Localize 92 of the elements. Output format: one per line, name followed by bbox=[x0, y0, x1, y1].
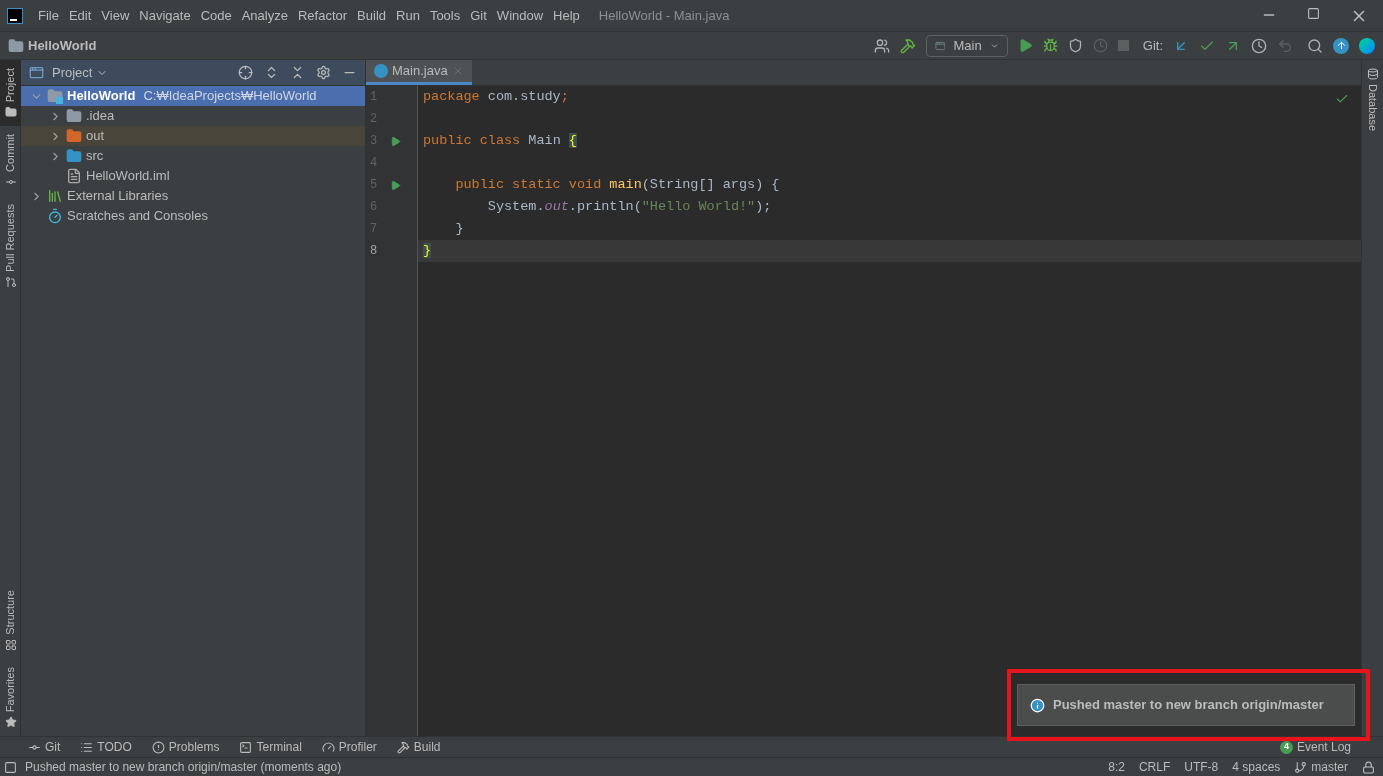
line-number: 8 bbox=[370, 243, 379, 260]
code-line: System.out.println("Hello World!"); bbox=[486, 197, 772, 216]
event-log-button[interactable]: 4 Event Log bbox=[1279, 738, 1351, 756]
plugin-icon[interactable] bbox=[1359, 37, 1375, 54]
app-logo bbox=[7, 7, 23, 24]
check-icon bbox=[1335, 92, 1349, 106]
menu-item[interactable]: Analyze bbox=[236, 5, 293, 26]
panel-icon[interactable] bbox=[4, 760, 17, 774]
tree-item[interactable]: HelloWorld C:₩IdeaProjects₩HelloWorld bbox=[21, 86, 365, 106]
project-view-dropdown[interactable]: Project bbox=[29, 62, 109, 83]
database-icon bbox=[1366, 68, 1379, 80]
tool-window-button[interactable]: Profiler bbox=[321, 738, 377, 756]
run-gutter-icon[interactable] bbox=[390, 179, 401, 191]
menu-item[interactable]: Window bbox=[491, 5, 549, 26]
tool-window-tab[interactable]: Favorites bbox=[0, 658, 21, 736]
menu-item[interactable]: Help bbox=[548, 5, 585, 26]
tool-window-tab[interactable]: Commit bbox=[0, 126, 21, 197]
tree-item[interactable]: src bbox=[21, 146, 365, 166]
hammer-icon bbox=[396, 740, 410, 754]
tool-window-button[interactable]: Problems bbox=[151, 738, 220, 756]
folder-icon bbox=[66, 108, 82, 124]
menu-item[interactable]: Tools bbox=[424, 5, 466, 26]
shield-icon[interactable] bbox=[1067, 38, 1083, 53]
menu-item[interactable]: View bbox=[96, 5, 135, 26]
git-label: Git: bbox=[1142, 36, 1163, 55]
tool-window-button[interactable]: Terminal bbox=[239, 738, 302, 756]
menu-item[interactable]: Build bbox=[352, 5, 391, 26]
libraries-icon bbox=[47, 188, 63, 204]
code-line: package com.study; bbox=[423, 87, 569, 106]
scratches-icon bbox=[47, 208, 63, 224]
menu-item[interactable]: Code bbox=[195, 5, 237, 26]
status-item[interactable]: UTF-8 bbox=[1184, 758, 1219, 776]
folder-icon bbox=[66, 148, 82, 164]
update-icon[interactable] bbox=[1333, 37, 1349, 54]
tree-item[interactable]: HelloWorld.iml bbox=[21, 166, 365, 186]
list-icon bbox=[80, 740, 94, 754]
tool-window-tab[interactable]: Structure bbox=[0, 582, 21, 659]
maximize-icon[interactable] bbox=[1307, 6, 1320, 20]
users-icon[interactable] bbox=[873, 37, 890, 54]
folder-icon bbox=[66, 128, 82, 144]
class-icon bbox=[374, 64, 388, 78]
settings-icon[interactable] bbox=[316, 65, 331, 80]
tree-item[interactable]: out bbox=[21, 126, 365, 146]
tool-window-tab[interactable]: Project bbox=[0, 60, 21, 127]
terminal-icon bbox=[239, 740, 253, 754]
run-icon[interactable] bbox=[1017, 38, 1033, 53]
folder-icon bbox=[4, 106, 17, 119]
breadcrumb-project[interactable]: HelloWorld bbox=[28, 35, 97, 56]
branch-icon bbox=[1294, 760, 1308, 774]
tree-item[interactable]: Scratches and Consoles bbox=[21, 206, 365, 226]
code-line: } bbox=[454, 219, 464, 238]
star-icon bbox=[4, 716, 17, 728]
tool-window-tab[interactable]: Database bbox=[1362, 60, 1383, 140]
gauge-icon bbox=[321, 740, 335, 754]
hammer-icon[interactable] bbox=[899, 37, 916, 54]
menu-item[interactable]: Git bbox=[465, 5, 492, 26]
code-line: public class Main { bbox=[423, 131, 577, 150]
file-icon bbox=[66, 168, 82, 184]
menu-item[interactable]: Refactor bbox=[292, 5, 353, 26]
problems-icon bbox=[151, 740, 165, 754]
menu-item[interactable]: Edit bbox=[63, 5, 97, 26]
tool-window-button[interactable]: Build bbox=[396, 738, 441, 756]
pull-request-icon bbox=[4, 276, 17, 288]
notification-text: Pushed master to new branch origin/master bbox=[1053, 696, 1324, 715]
menu-item[interactable]: Run bbox=[391, 5, 425, 26]
tree-item[interactable]: .idea bbox=[21, 106, 365, 126]
run-gutter-icon[interactable] bbox=[390, 135, 401, 147]
window-icon bbox=[29, 65, 44, 80]
status-item[interactable]: 8:2 bbox=[1108, 758, 1125, 776]
tree-item[interactable]: External Libraries bbox=[21, 186, 365, 206]
module-folder-icon bbox=[47, 88, 63, 104]
tool-window-button[interactable]: Git bbox=[28, 738, 61, 756]
tool-window-tab[interactable]: Pull Requests bbox=[0, 196, 21, 296]
search-icon[interactable] bbox=[1307, 37, 1323, 54]
menu-item[interactable]: Navigate bbox=[134, 5, 196, 26]
locate-icon[interactable] bbox=[238, 65, 253, 80]
structure-icon bbox=[4, 638, 17, 651]
status-item[interactable]: CRLF bbox=[1138, 758, 1171, 776]
tool-window-button[interactable]: TODO bbox=[80, 738, 132, 756]
info-icon bbox=[1030, 697, 1045, 713]
editor-tab[interactable]: Main.java bbox=[366, 60, 472, 85]
status-item[interactable]: 4 spaces bbox=[1232, 758, 1281, 776]
module-folder-icon bbox=[8, 37, 24, 54]
branch-widget[interactable]: master bbox=[1294, 758, 1348, 776]
run-config-dropdown[interactable]: Main bbox=[925, 34, 1008, 57]
history-icon[interactable] bbox=[1251, 37, 1267, 54]
lock-icon[interactable] bbox=[1362, 760, 1375, 774]
window-title: HelloWorld - Main.java bbox=[598, 6, 730, 25]
code-line: public static void main(String[] args) { bbox=[454, 175, 780, 194]
status-message: Pushed master to new branch origin/master (moments ago) bbox=[25, 759, 342, 776]
bug-icon[interactable] bbox=[1042, 38, 1058, 53]
menu-item[interactable]: File bbox=[33, 5, 64, 26]
